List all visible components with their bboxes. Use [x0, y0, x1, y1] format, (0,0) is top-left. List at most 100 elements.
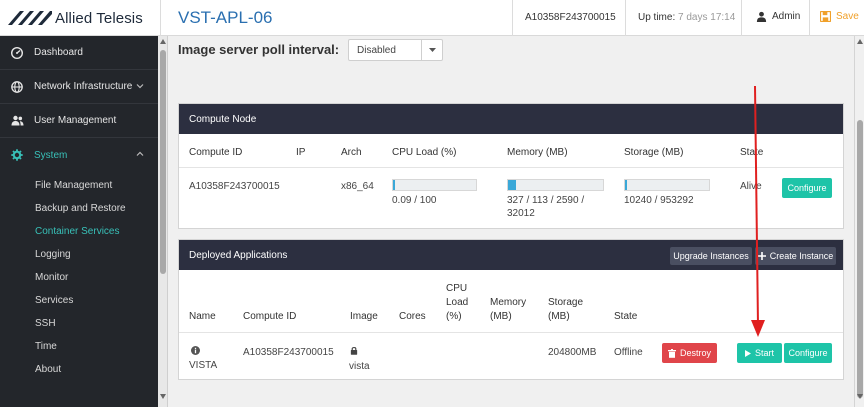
start-button[interactable]: Start	[737, 343, 782, 363]
sidebar-subitem-logging[interactable]: Logging	[35, 249, 71, 260]
uptime-label: Up time:	[638, 12, 676, 23]
column-header-storage-line1: Storage	[548, 297, 584, 308]
memory-text-line1: 327 / 113 / 2590 /	[507, 195, 585, 206]
app-state-cell: Offline	[614, 347, 643, 358]
trash-icon	[667, 348, 676, 358]
column-header-cpu-line3: (%)	[446, 311, 462, 322]
cpu-load-bar	[392, 179, 477, 191]
column-header-cpu-line2: Load	[446, 297, 469, 308]
app-image-cell: vista	[349, 361, 370, 372]
top-header: Allied Telesis VST-APL-06 A10358F2437000…	[0, 0, 864, 36]
lock-icon	[350, 346, 358, 355]
sidebar-subitem-monitor[interactable]: Monitor	[35, 272, 68, 283]
column-header-state: State	[614, 311, 638, 322]
sidebar-subitem-file-management[interactable]: File Management	[35, 180, 112, 191]
floppy-disk-icon	[820, 11, 831, 22]
info-icon[interactable]	[191, 346, 200, 355]
column-header-name: Name	[189, 311, 216, 322]
sidebar-scrollbar[interactable]	[158, 36, 168, 407]
sidebar-subitem-backup-and-restore[interactable]: Backup and Restore	[35, 203, 126, 214]
header-divider	[741, 0, 742, 36]
column-header: Memory (MB)	[507, 147, 568, 158]
globe-icon	[0, 80, 34, 93]
header-divider	[512, 0, 513, 36]
create-instance-button[interactable]: Create Instance	[755, 247, 836, 265]
column-header-cores: Cores	[399, 311, 426, 322]
poll-interval-select[interactable]: Disabled	[348, 39, 443, 61]
memory-fill	[508, 180, 516, 190]
memory-bar	[507, 179, 604, 191]
main-content: Image server poll interval: Disabled Com…	[168, 36, 854, 407]
storage-fill	[625, 180, 627, 190]
upgrade-instances-button[interactable]: Upgrade Instances	[670, 247, 752, 265]
sidebar-nav: Dashboard Network Infrastructure User Ma…	[0, 36, 158, 407]
header-divider	[625, 0, 626, 36]
scroll-up-arrow-icon[interactable]	[857, 39, 863, 44]
speedometer-icon	[0, 46, 34, 59]
column-header: IP	[296, 147, 306, 158]
cpu-load-fill	[393, 180, 395, 190]
header-divider	[160, 0, 161, 36]
app-compute-id-cell: A10358F243700015	[243, 347, 334, 358]
caret-down-icon	[429, 48, 436, 52]
sidebar-item-label: Dashboard	[34, 47, 83, 58]
user-menu[interactable]: Admin	[756, 11, 800, 22]
sidebar-subitem-container-services[interactable]: Container Services	[35, 226, 119, 237]
memory-text-line2: 32012	[507, 208, 535, 219]
app-storage-cell: 204800MB	[548, 347, 597, 358]
main-scrollbar[interactable]	[854, 36, 864, 407]
row-divider	[179, 332, 843, 333]
create-instance-label: Create Instance	[769, 251, 834, 261]
brand-logo[interactable]: Allied Telesis	[8, 10, 143, 27]
chevron-up-icon	[136, 151, 144, 156]
uptime-display: Up time: 7 days 17:14	[638, 12, 735, 23]
row-divider	[179, 167, 843, 168]
scroll-down-arrow-icon[interactable]	[160, 394, 166, 399]
app-window: Allied Telesis VST-APL-06 A10358F2437000…	[0, 0, 864, 407]
dropdown-button[interactable]	[421, 40, 443, 60]
column-header-memory-line2: (MB)	[490, 311, 512, 322]
destroy-button[interactable]: Destroy	[662, 343, 717, 363]
start-label: Start	[754, 348, 774, 358]
state-cell: Alive	[740, 181, 762, 192]
panel-title: Deployed Applications	[189, 250, 288, 261]
sidebar-scroll-thumb[interactable]	[160, 50, 166, 274]
compute-node-header: Compute Node	[179, 104, 843, 134]
column-header-memory-line1: Memory	[490, 297, 527, 308]
sidebar-item-user-management[interactable]: User Management	[0, 104, 158, 138]
allied-telesis-logo-icon	[8, 11, 52, 25]
destroy-label: Destroy	[679, 348, 711, 358]
compute-id-cell: A10358F243700015	[189, 181, 280, 192]
sidebar-item-network-infrastructure[interactable]: Network Infrastructure	[0, 70, 158, 104]
save-button[interactable]: Save	[820, 11, 859, 22]
column-header: CPU Load (%)	[392, 147, 457, 158]
column-header: Storage (MB)	[624, 147, 684, 158]
cpu-load-text: 0.09 / 100	[392, 195, 437, 206]
sidebar-item-label: User Management	[34, 115, 117, 126]
sidebar-subitem-services[interactable]: Services	[35, 295, 73, 306]
scroll-up-arrow-icon[interactable]	[160, 39, 166, 44]
device-title: VST-APL-06	[178, 8, 273, 27]
save-label: Save	[836, 11, 859, 22]
user-name: Admin	[772, 11, 801, 22]
sidebar-subitem-ssh[interactable]: SSH	[35, 318, 56, 329]
compute-node-panel: Compute Node Compute ID IP Arch CPU Load…	[178, 103, 844, 229]
sidebar-item-label: System	[34, 149, 68, 161]
sidebar-subitem-about[interactable]: About	[35, 364, 61, 375]
main-scroll-thumb[interactable]	[857, 120, 863, 398]
users-icon	[0, 115, 34, 126]
sidebar-subitem-time[interactable]: Time	[35, 341, 57, 352]
plus-icon	[757, 252, 766, 260]
configure-node-button[interactable]: Configure	[782, 178, 832, 198]
scroll-down-arrow-icon[interactable]	[857, 394, 863, 399]
sidebar-item-system[interactable]: System	[0, 138, 158, 172]
chevron-down-icon	[136, 84, 144, 89]
poll-interval-label: Image server poll interval:	[178, 42, 340, 57]
header-divider	[809, 0, 810, 36]
storage-text: 10240 / 953292	[624, 195, 694, 206]
configure-app-button[interactable]: Configure	[784, 343, 832, 363]
column-header-cpu-line1: CPU	[446, 283, 468, 294]
panel-title: Compute Node	[189, 114, 257, 125]
gear-icon	[0, 149, 34, 161]
sidebar-item-dashboard[interactable]: Dashboard	[0, 36, 158, 70]
